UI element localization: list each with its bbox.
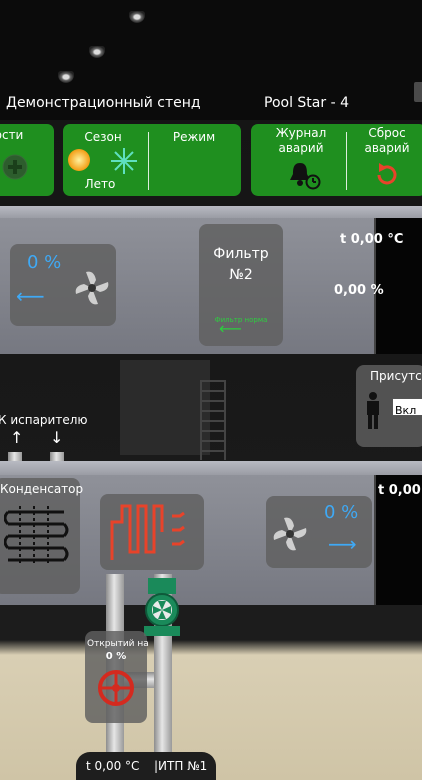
add-icon: [2, 154, 28, 180]
arrow-left-icon: ⟵: [219, 319, 242, 338]
bottom-temperature: t 0,00 °C: [86, 759, 140, 773]
ceiling-lamp-icon: [58, 71, 74, 83]
alarm-log-label-2: аварий: [278, 141, 324, 155]
alarm-log-label-1: Журнал: [275, 126, 327, 140]
alarm-box: Журнал аварий Сброс аварий: [251, 124, 422, 196]
valve-wheel-icon: [98, 670, 134, 706]
settings-label: ости: [0, 128, 24, 142]
exhaust-fan-panel[interactable]: 0 % ⟶: [266, 496, 372, 568]
supply-fan-percent: 0 %: [27, 252, 62, 273]
filter-panel[interactable]: Фильтр №2 Фильтр норма ⟵: [199, 224, 283, 346]
presence-value: Вкл: [395, 404, 417, 417]
settings-button[interactable]: ости: [0, 124, 54, 196]
side-menu-tab[interactable]: [414, 82, 422, 102]
supply-fan-panel[interactable]: 0 % ⟵: [10, 244, 116, 326]
presence-label: Присутст: [370, 369, 422, 383]
fan-icon: [273, 517, 307, 551]
arrow-right-icon: ⟶: [328, 532, 357, 556]
alarm-log-bell-icon[interactable]: [287, 160, 321, 190]
divider: [148, 132, 149, 190]
person-icon: [367, 392, 379, 429]
filter-title-2: №2: [229, 267, 253, 283]
valve-label: Открытий на: [87, 639, 149, 649]
sun-icon: [68, 149, 90, 171]
season-mode-box[interactable]: Сезон Лето Режим: [63, 124, 241, 196]
filter-title-1: Фильтр: [213, 246, 269, 262]
heater-icon: [110, 504, 185, 560]
heater-panel[interactable]: [100, 494, 204, 570]
reset-label-1: Сброс: [368, 126, 406, 140]
mode-label: Режим: [172, 130, 216, 144]
exhaust-temperature: t 0,00: [378, 483, 421, 498]
season-label: Сезон: [84, 130, 122, 144]
duct-top: [0, 461, 422, 475]
evaporator-label: К испарителю: [0, 413, 88, 427]
device-name: Pool Star - 4: [264, 95, 349, 111]
ceiling-lamp-icon: [129, 11, 145, 23]
stand-title: Демонстрационный стенд: [6, 95, 201, 111]
valve-panel[interactable]: Открытий на 0 %: [85, 631, 149, 723]
arrow-up-icon: ↑: [10, 428, 24, 447]
reset-label-2: аварий: [364, 141, 410, 155]
condenser-coil-icon: [4, 506, 69, 566]
condenser-panel[interactable]: Конденсатор: [0, 478, 84, 594]
condenser-label: Конденсатор: [0, 482, 84, 496]
snowflake-icon: [111, 148, 137, 174]
presence-select[interactable]: Вкл: [392, 398, 422, 417]
supply-temperature: t 0,00 °C: [340, 232, 404, 247]
valve-percent: 0 %: [105, 651, 127, 662]
ceiling-lamp-icon: [89, 46, 105, 58]
pump-icon[interactable]: [140, 578, 184, 638]
scada-screen: Демонстрационный стенд Pool Star - 4 ост…: [0, 0, 422, 780]
ladder: [200, 380, 226, 460]
wall-structure: [120, 360, 210, 455]
duct-top: [0, 206, 422, 218]
arrow-down-icon: ↓: [50, 428, 64, 447]
arrow-left-icon: ⟵: [16, 284, 45, 308]
exhaust-fan-percent: 0 %: [324, 502, 359, 523]
supply-humidity: 0,00 %: [334, 283, 384, 298]
itp-label: |ИТП №1: [154, 759, 208, 773]
bottom-status-bar: t 0,00 °C |ИТП №1: [76, 752, 216, 780]
divider: [346, 132, 347, 190]
season-value: Лето: [84, 177, 116, 191]
presence-panel[interactable]: Присутст Вкл: [356, 365, 422, 447]
reset-icon[interactable]: [373, 161, 401, 189]
fan-icon: [75, 271, 109, 305]
